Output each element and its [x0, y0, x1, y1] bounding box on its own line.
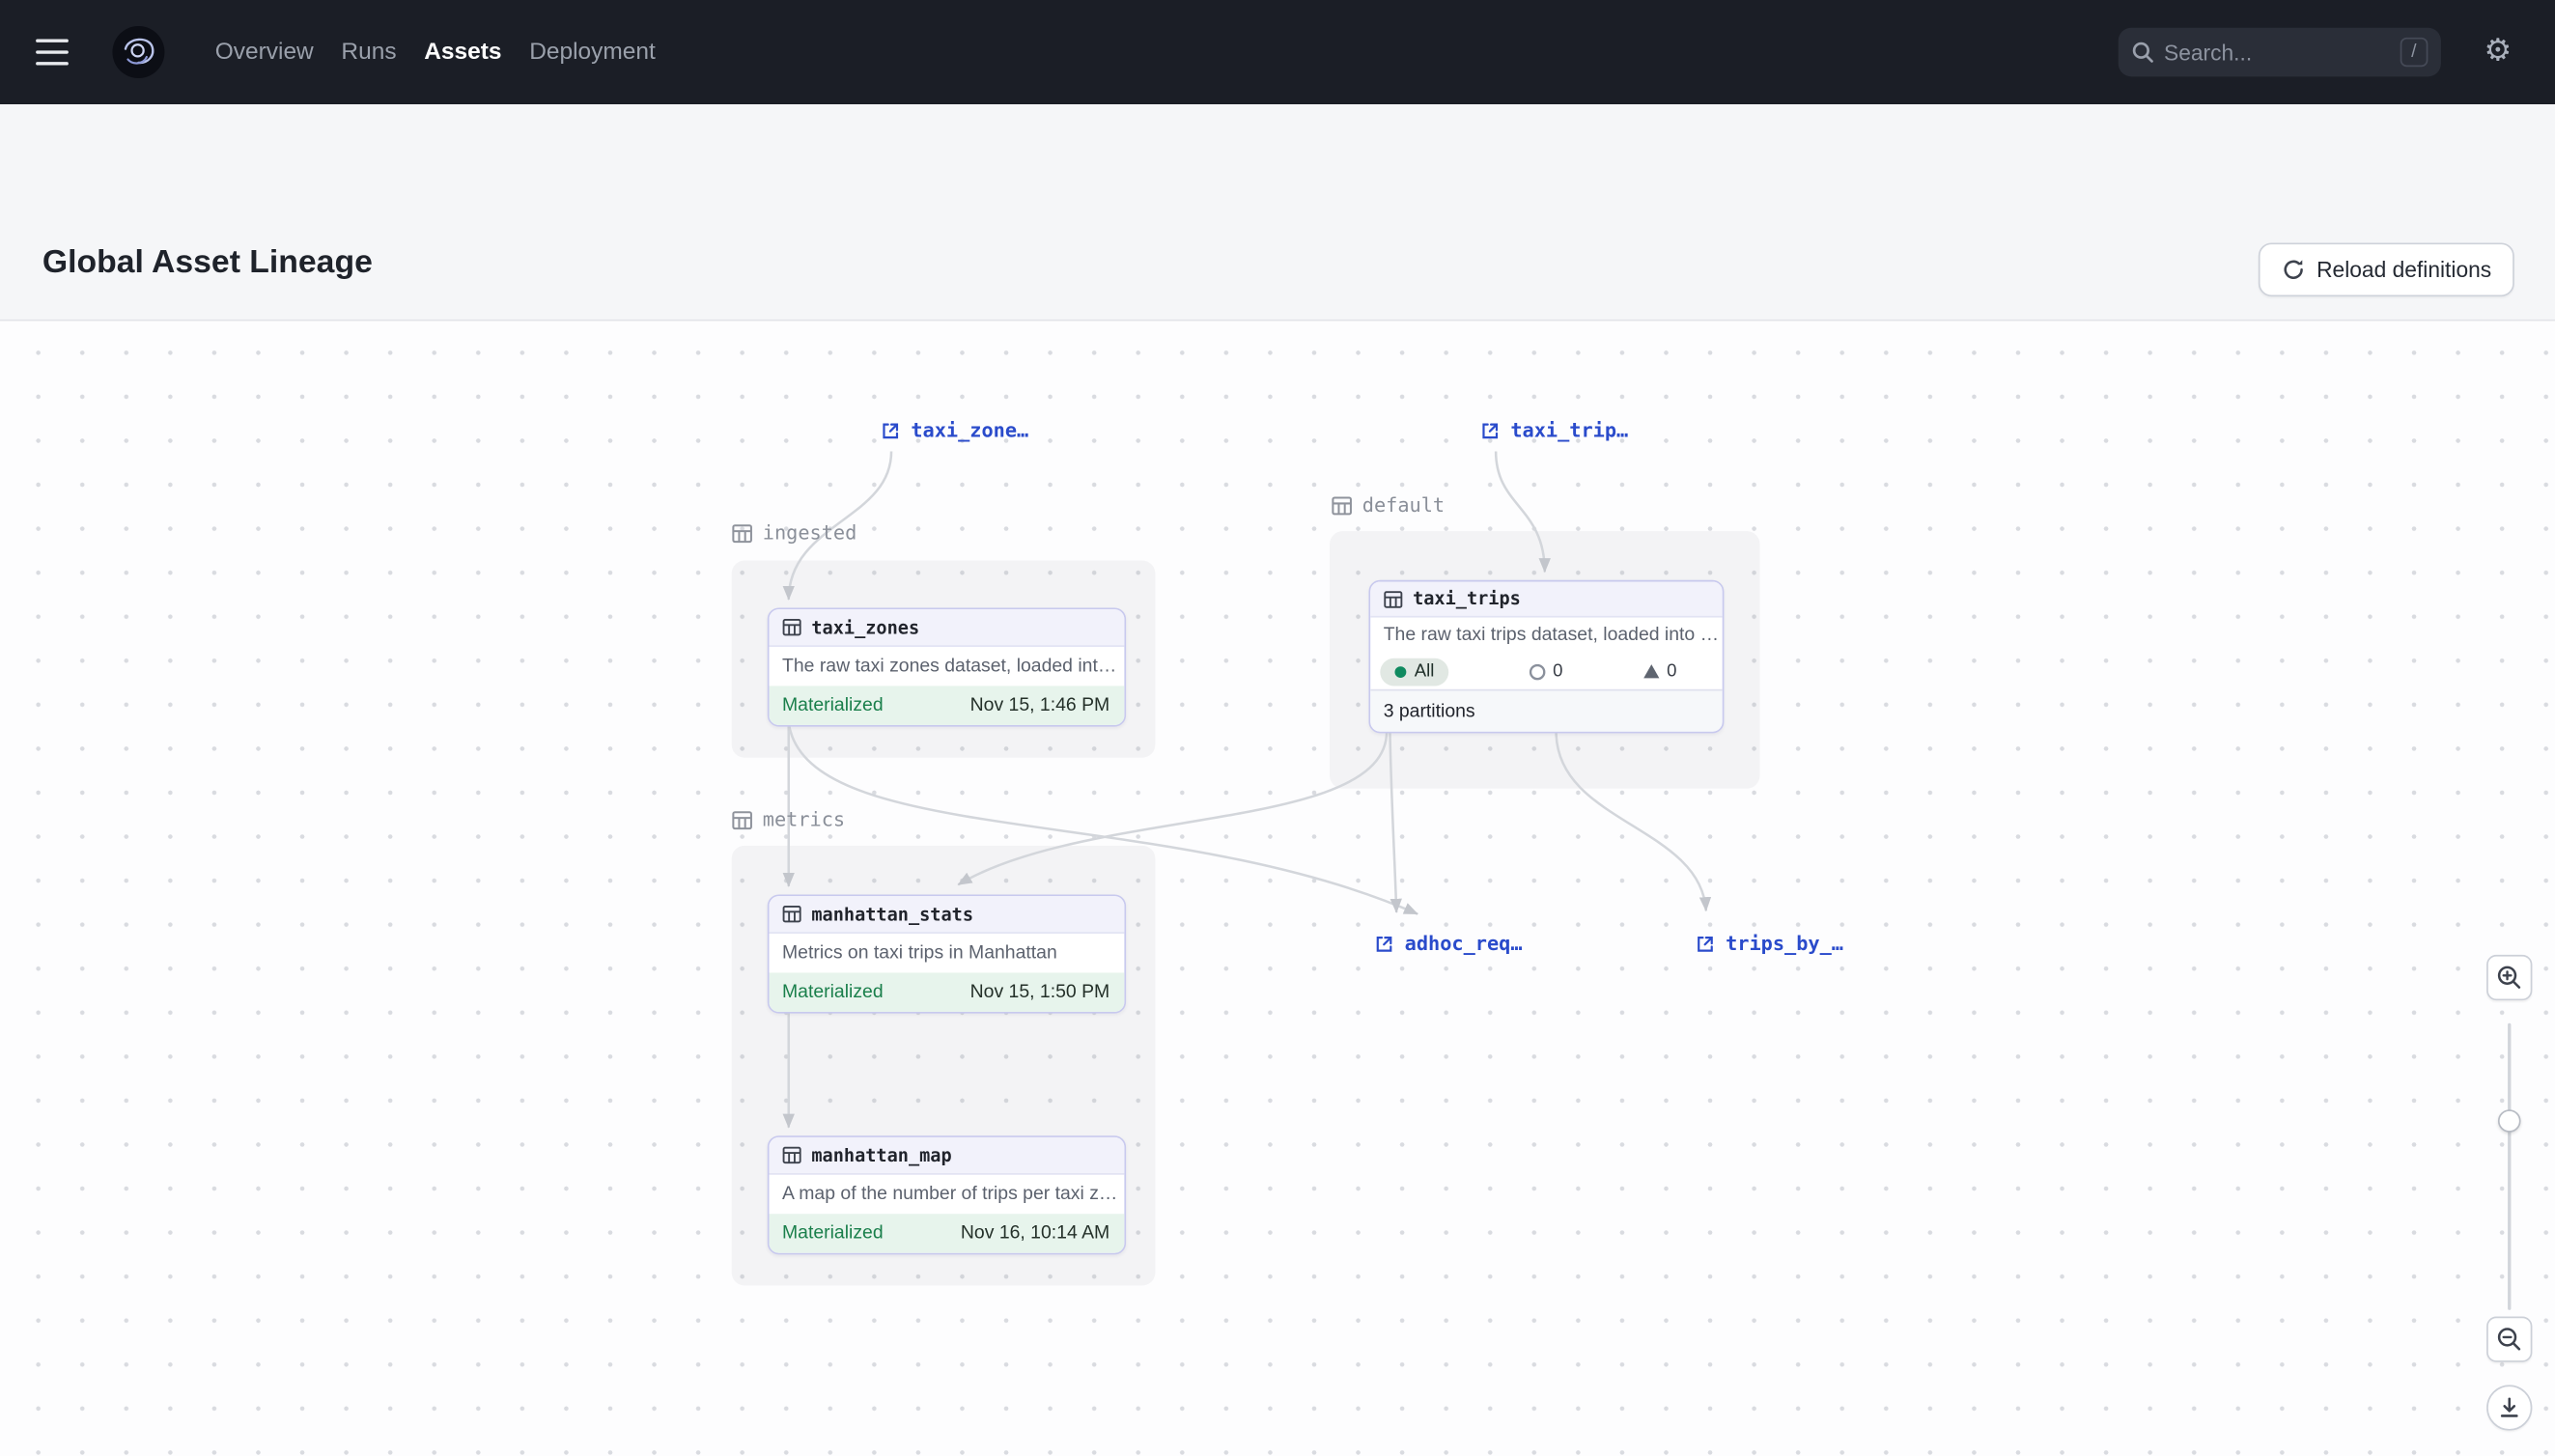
- table-icon: [782, 905, 801, 924]
- group-label-ingested: ingested: [732, 521, 857, 545]
- status-badge: Materialized: [782, 696, 884, 715]
- refresh-icon: [2281, 258, 2305, 282]
- partitions-all-badge: All: [1380, 658, 1448, 686]
- menu-icon[interactable]: [36, 29, 81, 74]
- zoom-controls: [2486, 955, 2532, 1431]
- search-input[interactable]: [2164, 40, 2400, 64]
- top-nav-bar: Overview Runs Assets Deployment / ⚙: [0, 0, 2555, 104]
- triangle-icon: [1642, 663, 1661, 680]
- search-icon: [2131, 41, 2154, 64]
- zoom-slider-handle[interactable]: [2498, 1109, 2521, 1133]
- gear-icon[interactable]: ⚙: [2470, 23, 2525, 78]
- search-shortcut-key: /: [2400, 38, 2428, 67]
- external-asset-taxi-trip[interactable]: taxi_trip…: [1479, 419, 1628, 442]
- zoom-in-icon[interactable]: [2486, 955, 2532, 1000]
- circle-icon: [1529, 662, 1547, 681]
- status-badge: Materialized: [782, 1223, 884, 1243]
- success-dot-icon: [1395, 665, 1407, 677]
- status-badge: Materialized: [782, 983, 884, 1002]
- asset-node-manhattan-map[interactable]: manhattan_map A map of the number of tri…: [768, 1135, 1126, 1254]
- table-icon: [782, 618, 801, 637]
- asset-status-footer: Materialized Nov 15, 1:50 PM: [770, 972, 1125, 1012]
- lineage-edges: [0, 321, 2555, 1456]
- asset-description: A map of the number of trips per taxi z…: [770, 1175, 1125, 1215]
- asset-name: manhattan_map: [811, 1144, 951, 1165]
- external-asset-trips-by[interactable]: trips_by_…: [1695, 932, 1843, 955]
- recenter-download-icon[interactable]: [2486, 1385, 2532, 1430]
- nav-item-deployment[interactable]: Deployment: [529, 40, 656, 66]
- table-icon: [1384, 589, 1403, 608]
- page-header: Global Asset Lineage Reload definitions …: [0, 104, 2555, 320]
- primary-nav: Overview Runs Assets Deployment: [215, 40, 656, 66]
- external-asset-adhoc-request[interactable]: adhoc_req…: [1374, 932, 1523, 955]
- asset-name: manhattan_stats: [811, 904, 973, 925]
- table-icon: [782, 1145, 801, 1164]
- lineage-canvas[interactable]: ingested default metrics: [0, 320, 2555, 1456]
- group-label-metrics: metrics: [732, 808, 845, 831]
- external-link-icon: [1479, 420, 1501, 441]
- external-link-icon: [880, 420, 901, 441]
- partitions-failed-badge: 0: [1529, 661, 1563, 681]
- external-link-icon: [1374, 933, 1395, 954]
- nav-item-assets[interactable]: Assets: [424, 40, 501, 66]
- asset-description: The raw taxi trips dataset, loaded into …: [1370, 618, 1723, 654]
- nav-item-overview[interactable]: Overview: [215, 40, 314, 66]
- asset-name: taxi_zones: [811, 617, 919, 638]
- group-table-icon: [732, 522, 753, 544]
- reload-definitions-button[interactable]: Reload definitions: [2258, 242, 2513, 296]
- app: Overview Runs Assets Deployment / ⚙ Glob…: [0, 0, 2555, 1456]
- group-table-icon: [1332, 494, 1353, 516]
- zoom-slider[interactable]: [2486, 1023, 2532, 1310]
- nav-item-runs[interactable]: Runs: [341, 40, 396, 66]
- asset-node-taxi-trips[interactable]: taxi_trips The raw taxi trips dataset, l…: [1369, 580, 1725, 734]
- materialization-timestamp: Nov 16, 10:14 AM: [961, 1223, 1109, 1243]
- partition-count-footer: 3 partitions: [1370, 689, 1723, 732]
- page-title: Global Asset Lineage: [42, 244, 373, 282]
- asset-node-taxi-zones[interactable]: taxi_zones The raw taxi zones dataset, l…: [768, 607, 1126, 726]
- external-asset-taxi-zone[interactable]: taxi_zone…: [880, 419, 1028, 442]
- global-search[interactable]: /: [2119, 28, 2441, 77]
- group-label-default: default: [1332, 493, 1445, 517]
- zoom-slider-track: [2508, 1023, 2511, 1310]
- partition-status-row: All 0 0: [1370, 654, 1723, 689]
- external-link-icon: [1695, 933, 1716, 954]
- asset-description: The raw taxi zones dataset, loaded int…: [770, 647, 1125, 686]
- group-table-icon: [732, 809, 753, 830]
- asset-status-footer: Materialized Nov 16, 10:14 AM: [770, 1214, 1125, 1253]
- asset-status-footer: Materialized Nov 15, 1:46 PM: [770, 686, 1125, 725]
- asset-name: taxi_trips: [1413, 588, 1521, 609]
- materialization-timestamp: Nov 15, 1:46 PM: [970, 696, 1110, 715]
- asset-description: Metrics on taxi trips in Manhattan: [770, 934, 1125, 973]
- materialization-timestamp: Nov 15, 1:50 PM: [970, 983, 1110, 1002]
- dagster-logo-icon[interactable]: [111, 24, 166, 79]
- partitions-missing-badge: 0: [1642, 661, 1677, 681]
- zoom-out-icon[interactable]: [2486, 1317, 2532, 1362]
- asset-node-manhattan-stats[interactable]: manhattan_stats Metrics on taxi trips in…: [768, 894, 1126, 1013]
